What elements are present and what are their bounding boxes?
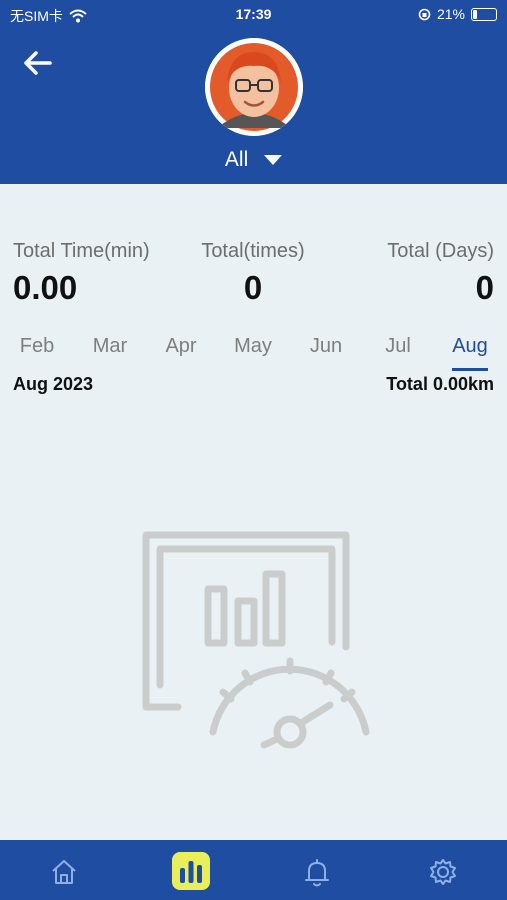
stats-row: Total Time(min) 0.00 Total(times) 0 Tota… bbox=[0, 240, 507, 310]
period-label: Aug 2023 bbox=[13, 374, 94, 394]
tab-month-mar[interactable]: Mar bbox=[80, 335, 140, 358]
header-bar: 无SIM卡 17:39 21% All bbox=[0, 0, 507, 184]
stat-total-days: Total (Days) 0 bbox=[387, 240, 494, 307]
tab-home[interactable] bbox=[44, 852, 84, 892]
tab-month-feb[interactable]: Feb bbox=[7, 335, 67, 358]
total-distance: Total 0.00km bbox=[386, 374, 494, 394]
tab-month-aug[interactable]: Aug bbox=[440, 335, 500, 371]
back-arrow-icon[interactable] bbox=[20, 45, 56, 81]
tab-stats[interactable] bbox=[171, 851, 211, 891]
tab-month-apr[interactable]: Apr bbox=[151, 335, 211, 358]
empty-state-icon bbox=[142, 531, 370, 749]
stat-label: Total (Days) bbox=[387, 240, 494, 262]
home-icon bbox=[52, 860, 76, 884]
member-selector[interactable]: All bbox=[0, 148, 507, 172]
orientation-lock-icon bbox=[418, 8, 431, 20]
caret-down-icon bbox=[264, 155, 283, 166]
bottom-tab-bar bbox=[0, 840, 507, 900]
tab-settings[interactable] bbox=[423, 852, 463, 892]
bell-icon bbox=[305, 859, 329, 887]
avatar-image bbox=[205, 38, 303, 136]
battery-icon bbox=[471, 7, 497, 21]
member-selector-label: All bbox=[224, 148, 249, 171]
gear-icon bbox=[430, 859, 456, 885]
avatar[interactable] bbox=[205, 38, 303, 136]
tab-month-may[interactable]: May bbox=[223, 335, 283, 358]
tab-notifications[interactable] bbox=[297, 852, 337, 892]
stat-total-time: Total Time(min) 0.00 bbox=[13, 240, 150, 307]
stat-total-times: Total(times) 0 bbox=[180, 240, 326, 307]
month-tabs: Feb Mar Apr May Jun Jul Aug bbox=[0, 335, 507, 375]
tab-month-jul[interactable]: Jul bbox=[368, 335, 428, 358]
battery-percent: 21% bbox=[436, 6, 465, 22]
stat-value: 0 bbox=[243, 269, 263, 306]
stat-value: 0.00 bbox=[13, 269, 78, 306]
status-bar: 无SIM卡 17:39 21% bbox=[0, 0, 507, 28]
stat-label: Total(times) bbox=[201, 240, 305, 262]
stat-label: Total Time(min) bbox=[13, 240, 150, 262]
tab-month-jun[interactable]: Jun bbox=[296, 335, 356, 358]
stat-value: 0 bbox=[475, 269, 494, 306]
stats-icon bbox=[172, 852, 210, 890]
status-right: 21% bbox=[418, 6, 497, 22]
